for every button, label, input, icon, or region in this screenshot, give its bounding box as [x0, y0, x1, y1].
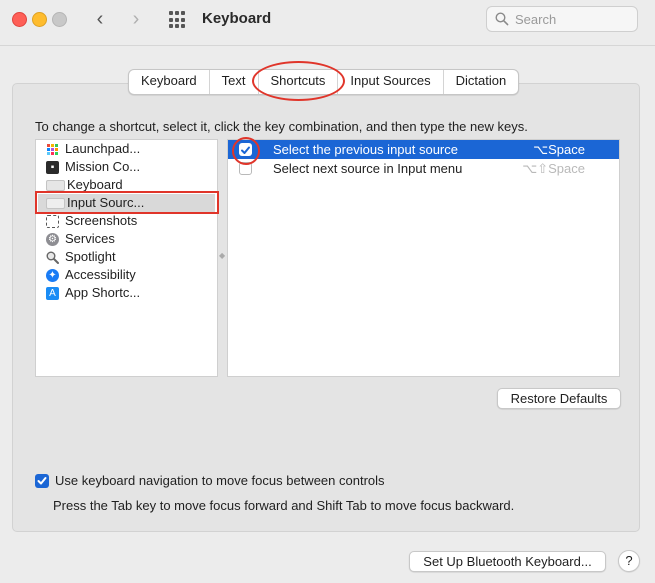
- window-title: Keyboard: [202, 10, 272, 27]
- zoom-window-button[interactable]: [52, 12, 67, 27]
- keyboard-navigation-label[interactable]: Use keyboard navigation to move focus be…: [55, 473, 385, 488]
- screenshots-icon: [46, 214, 59, 228]
- minimize-window-button[interactable]: [32, 12, 47, 27]
- accessibility-icon: ✦: [46, 268, 59, 282]
- search-input[interactable]: [515, 10, 633, 28]
- instructions-text: To change a shortcut, select it, click t…: [35, 119, 528, 134]
- tab-dictation[interactable]: Dictation: [444, 70, 519, 94]
- shortcut-label: Select the previous input source: [273, 142, 458, 157]
- category-app-shortcuts[interactable]: A App Shortc...: [46, 284, 140, 302]
- input-sources-icon: [46, 197, 65, 209]
- tab-bar: Keyboard Text Shortcuts Input Sources Di…: [128, 69, 520, 95]
- keyboard-icon: [46, 179, 65, 191]
- search-field[interactable]: [486, 6, 638, 32]
- category-services[interactable]: ⚙ Services: [46, 230, 115, 248]
- app-store-icon: A: [46, 286, 59, 300]
- category-spotlight[interactable]: Spotlight: [46, 248, 116, 266]
- shortcut-checkbox[interactable]: [239, 143, 252, 156]
- category-list: Launchpad... ▪ Mission Co... Keyboard In…: [35, 139, 218, 377]
- shortcut-checkbox[interactable]: [239, 162, 252, 175]
- back-icon[interactable]: ‹: [90, 9, 110, 29]
- help-button[interactable]: ?: [618, 550, 640, 572]
- category-launchpad[interactable]: Launchpad...: [46, 140, 140, 158]
- category-keyboard[interactable]: Keyboard: [46, 176, 123, 194]
- magnifier-icon: [46, 251, 59, 264]
- shortcut-row-previous-source[interactable]: Select the previous input source ⌥Space: [228, 140, 619, 159]
- tab-shortcuts[interactable]: Shortcuts: [258, 70, 339, 94]
- show-all-grid-icon[interactable]: [169, 11, 187, 29]
- mission-control-icon: ▪: [46, 160, 59, 174]
- search-icon: [495, 12, 509, 26]
- checkmark-icon: [241, 146, 250, 154]
- category-input-sources[interactable]: Input Sourc...: [38, 194, 215, 212]
- forward-icon[interactable]: ›: [126, 9, 146, 29]
- shortcuts-list: Select the previous input source ⌥Space …: [227, 139, 620, 377]
- shortcut-row-next-source[interactable]: Select next source in Input menu ⌥⇧Space: [228, 159, 619, 178]
- gear-icon: ⚙: [46, 232, 59, 246]
- close-window-button[interactable]: [12, 12, 27, 27]
- shortcut-keys[interactable]: ⌥Space: [533, 140, 585, 159]
- category-screenshots[interactable]: Screenshots: [46, 212, 137, 230]
- checkmark-icon: [37, 477, 47, 485]
- keyboard-navigation-checkbox[interactable]: [35, 474, 49, 488]
- tab-keyboard[interactable]: Keyboard: [129, 70, 210, 94]
- tab-text[interactable]: Text: [210, 70, 259, 94]
- shortcut-keys[interactable]: ⌥⇧Space: [522, 159, 585, 178]
- shortcut-label: Select next source in Input menu: [273, 161, 463, 176]
- launchpad-icon: [46, 143, 59, 156]
- category-accessibility[interactable]: ✦ Accessibility: [46, 266, 136, 284]
- titlebar-divider: [0, 45, 655, 46]
- category-mission-control[interactable]: ▪ Mission Co...: [46, 158, 140, 176]
- setup-bluetooth-keyboard-button[interactable]: Set Up Bluetooth Keyboard...: [409, 551, 606, 572]
- tab-input-sources[interactable]: Input Sources: [338, 70, 444, 94]
- restore-defaults-button[interactable]: Restore Defaults: [497, 388, 621, 409]
- split-view-handle[interactable]: ◆: [219, 252, 225, 260]
- keyboard-navigation-hint: Press the Tab key to move focus forward …: [53, 498, 515, 513]
